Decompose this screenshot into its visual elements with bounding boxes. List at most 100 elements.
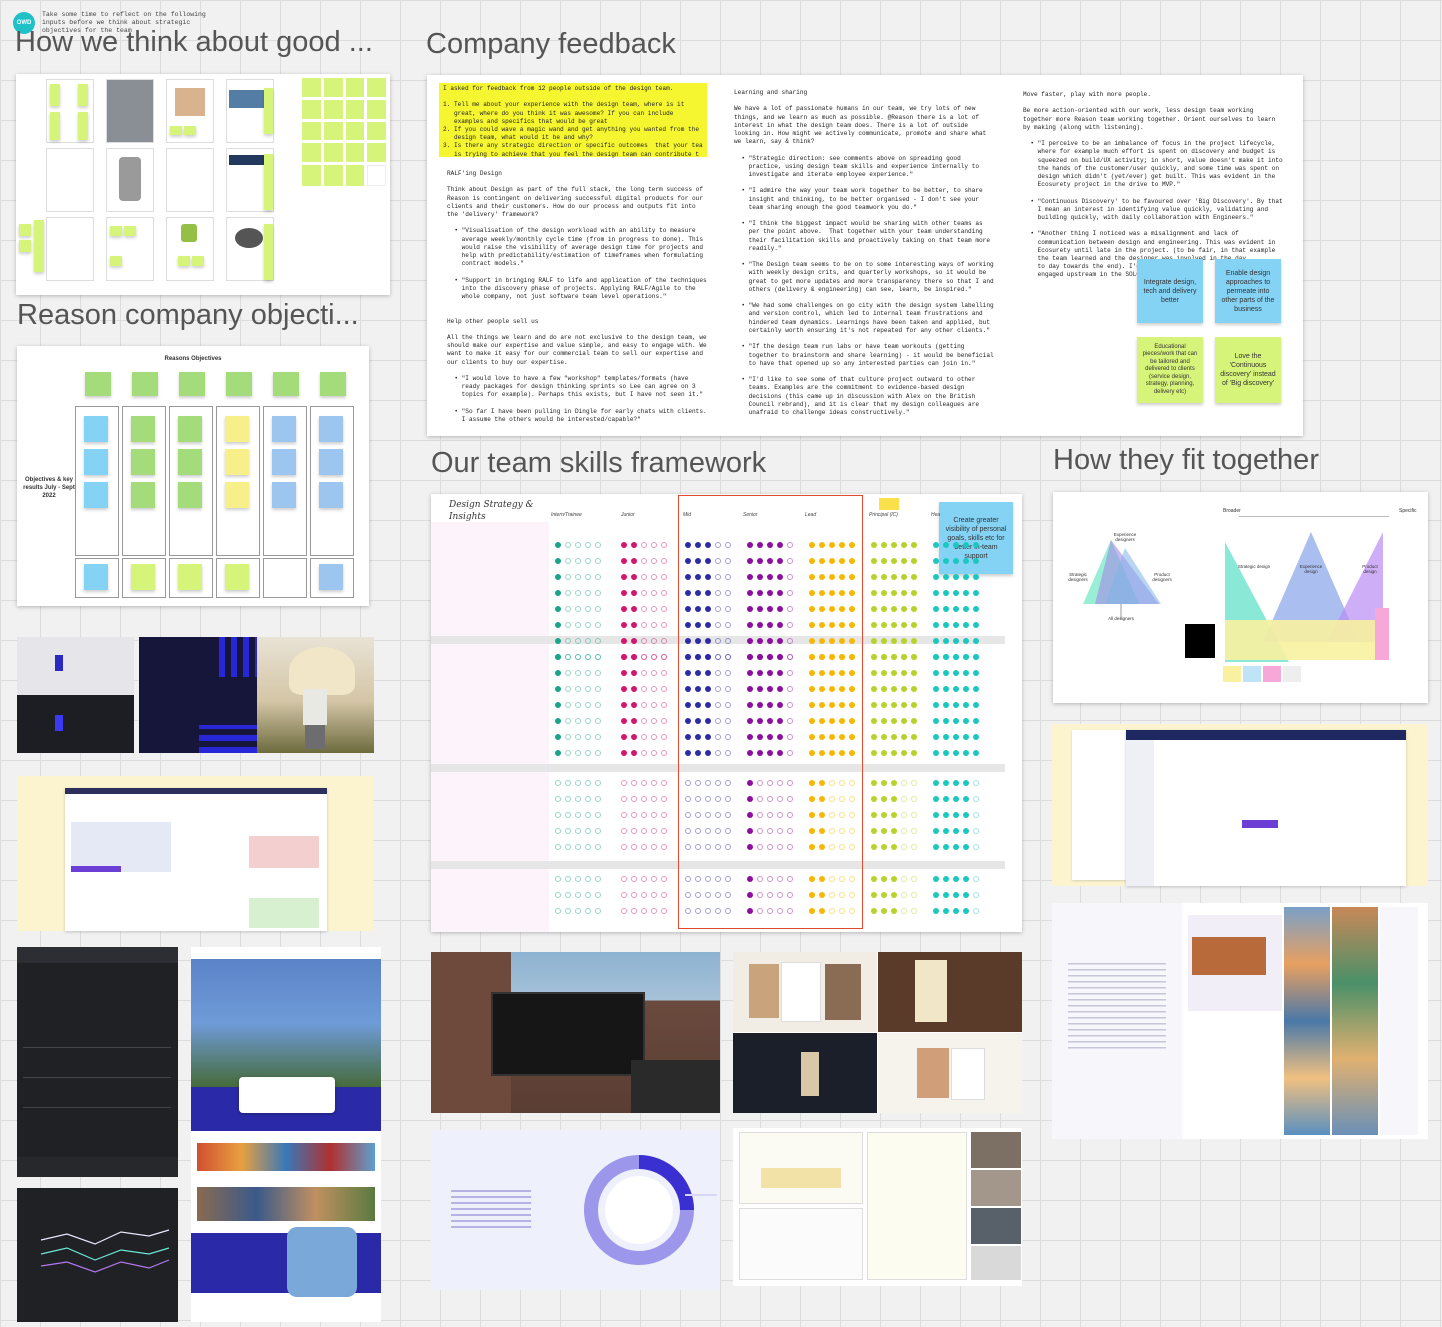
skill-dot[interactable]: [829, 828, 835, 834]
skill-dot[interactable]: [839, 908, 845, 914]
skill-dot[interactable]: [849, 590, 855, 596]
skill-dot[interactable]: [973, 558, 979, 564]
skill-dot[interactable]: [631, 908, 637, 914]
skill-dot[interactable]: [651, 750, 657, 756]
skill-dot[interactable]: [777, 796, 783, 802]
skill-dot[interactable]: [695, 812, 701, 818]
skill-dot[interactable]: [747, 876, 753, 882]
skill-dot[interactable]: [695, 780, 701, 786]
skill-dot[interactable]: [715, 686, 721, 692]
skill-dot[interactable]: [631, 828, 637, 834]
skill-dot[interactable]: [715, 654, 721, 660]
skill-dot[interactable]: [595, 734, 601, 740]
skill-dot[interactable]: [839, 590, 845, 596]
skill-dot[interactable]: [725, 876, 731, 882]
skill-dot[interactable]: [881, 812, 887, 818]
skill-dot[interactable]: [829, 670, 835, 676]
skill-dot[interactable]: [621, 638, 627, 644]
skill-dot[interactable]: [641, 718, 647, 724]
skill-dot[interactable]: [725, 670, 731, 676]
skill-dot[interactable]: [767, 892, 773, 898]
skill-dot[interactable]: [757, 638, 763, 644]
skill-dot[interactable]: [963, 908, 969, 914]
skill-dot[interactable]: [747, 638, 753, 644]
skill-dot[interactable]: [585, 702, 591, 708]
skill-dot[interactable]: [973, 670, 979, 676]
skill-dot[interactable]: [819, 606, 825, 612]
skill-dot[interactable]: [715, 670, 721, 676]
skill-dot[interactable]: [685, 734, 691, 740]
skill-dot[interactable]: [943, 686, 949, 692]
skill-dot[interactable]: [555, 606, 561, 612]
skill-dot[interactable]: [685, 780, 691, 786]
skill-dot[interactable]: [685, 622, 691, 628]
skill-dot[interactable]: [661, 844, 667, 850]
skill-dot[interactable]: [575, 670, 581, 676]
skill-dot[interactable]: [631, 558, 637, 564]
objective-sticky[interactable]: [84, 564, 108, 590]
skill-dot[interactable]: [565, 844, 571, 850]
skill-dot[interactable]: [585, 718, 591, 724]
skill-dot[interactable]: [829, 892, 835, 898]
skill-dot[interactable]: [881, 702, 887, 708]
skill-dot[interactable]: [943, 876, 949, 882]
skill-dot[interactable]: [911, 670, 917, 676]
skill-dot[interactable]: [575, 558, 581, 564]
skill-dot[interactable]: [963, 796, 969, 802]
skill-dot[interactable]: [695, 638, 701, 644]
skill-dot[interactable]: [901, 828, 907, 834]
frame-title-good[interactable]: How we think about good ...: [15, 26, 373, 59]
skill-dot[interactable]: [705, 542, 711, 548]
skill-dot[interactable]: [933, 750, 939, 756]
skill-dot[interactable]: [767, 844, 773, 850]
skill-dot[interactable]: [777, 590, 783, 596]
skill-dot[interactable]: [685, 654, 691, 660]
objective-sticky[interactable]: [131, 482, 155, 508]
skill-dot[interactable]: [973, 780, 979, 786]
skill-dot[interactable]: [595, 574, 601, 580]
skill-dot[interactable]: [641, 686, 647, 692]
skill-dot[interactable]: [829, 638, 835, 644]
sticky-note[interactable]: [264, 154, 273, 210]
skill-dot[interactable]: [715, 892, 721, 898]
skill-dot[interactable]: [809, 686, 815, 692]
skill-dot[interactable]: [881, 876, 887, 882]
skill-dot[interactable]: [891, 702, 897, 708]
skill-dot[interactable]: [891, 844, 897, 850]
skill-dot[interactable]: [953, 734, 959, 740]
skill-dot[interactable]: [953, 876, 959, 882]
objective-sticky[interactable]: [319, 564, 343, 590]
skill-dot[interactable]: [787, 638, 793, 644]
skill-dot[interactable]: [933, 558, 939, 564]
skill-dot[interactable]: [819, 812, 825, 818]
skill-dot[interactable]: [695, 796, 701, 802]
skill-dot[interactable]: [685, 558, 691, 564]
skill-dot[interactable]: [819, 654, 825, 660]
skill-dot[interactable]: [575, 638, 581, 644]
objective-sticky[interactable]: [132, 372, 158, 396]
skill-dot[interactable]: [585, 796, 591, 802]
skill-dot[interactable]: [595, 718, 601, 724]
skill-dot[interactable]: [575, 828, 581, 834]
skill-dot[interactable]: [747, 558, 753, 564]
skill-dot[interactable]: [565, 812, 571, 818]
skill-dot[interactable]: [651, 622, 657, 628]
skill-dot[interactable]: [641, 590, 647, 596]
skill-dot[interactable]: [871, 750, 877, 756]
skill-dot[interactable]: [953, 828, 959, 834]
skill-dot[interactable]: [595, 892, 601, 898]
skill-dot[interactable]: [565, 654, 571, 660]
skill-dot[interactable]: [725, 590, 731, 596]
skill-dot[interactable]: [621, 828, 627, 834]
skill-dot[interactable]: [819, 670, 825, 676]
objective-sticky[interactable]: [272, 449, 296, 475]
skill-dot[interactable]: [685, 876, 691, 882]
skill-dot[interactable]: [631, 606, 637, 612]
skill-dot[interactable]: [911, 574, 917, 580]
skill-dot[interactable]: [953, 892, 959, 898]
skill-dot[interactable]: [767, 750, 773, 756]
skill-dot[interactable]: [953, 686, 959, 692]
skill-dot[interactable]: [787, 686, 793, 692]
skill-dot[interactable]: [839, 702, 845, 708]
skill-dot[interactable]: [757, 908, 763, 914]
